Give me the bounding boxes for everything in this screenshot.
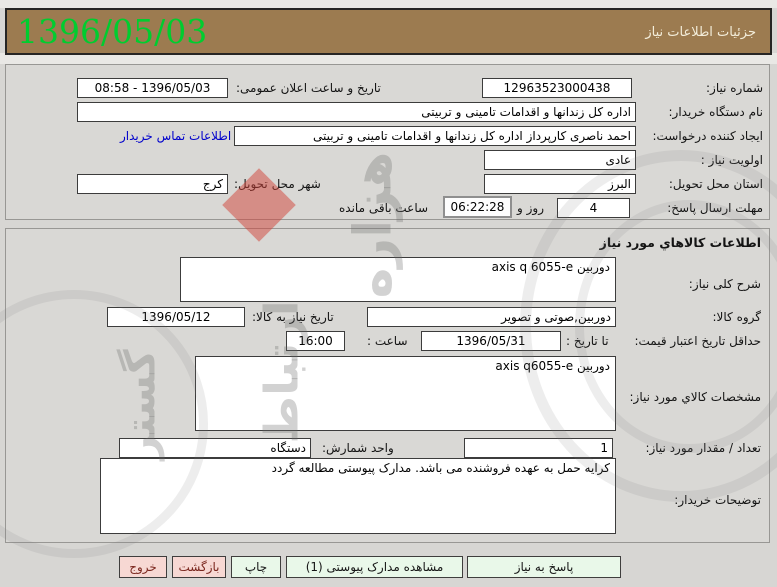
exit-button[interactable]: خروج — [119, 556, 167, 578]
specs-textarea[interactable]: دوربین axis q6055-e — [195, 356, 616, 431]
back-button[interactable]: بازگشت — [172, 556, 226, 578]
quantity-label: تعداد / مقدار مورد نیاز: — [645, 441, 761, 455]
priority-field[interactable]: عادی — [484, 150, 636, 170]
need-description-textarea[interactable]: دوربین axis q 6055-e — [180, 257, 616, 302]
top-strip — [0, 0, 777, 8]
until-date-label: تا تاریخ : — [566, 334, 609, 348]
province-label: استان محل تحویل: — [668, 177, 763, 191]
until-date-field[interactable]: 1396/05/31 — [421, 331, 561, 351]
buyer-contact-link[interactable]: اطلاعات تماس خریدار — [120, 129, 231, 143]
unit-label: واحد شمارش: — [322, 441, 394, 455]
priority-label: اولویت نیاز : — [700, 153, 763, 167]
announce-datetime-field[interactable]: 1396/05/03 - 08:58 — [77, 78, 228, 98]
need-number-field[interactable]: 12963523000438 — [482, 78, 632, 98]
unit-field[interactable]: دستگاه — [119, 438, 311, 458]
view-attachments-button[interactable]: مشاهده مدارک پیوستی (1) — [286, 556, 463, 578]
header-bar: جزئیات اطلاعات نیاز 1396/05/03 — [5, 8, 772, 55]
need-date-label: تاریخ نیاز به کالا: — [252, 310, 334, 324]
requester-label: ایجاد کننده درخواست: — [652, 129, 763, 143]
respond-to-need-button[interactable]: پاسخ به نیاز — [467, 556, 621, 578]
goods-group-field[interactable]: دوربین,صوتی و تصویر — [367, 307, 616, 327]
hour-label: ساعت : — [367, 334, 408, 348]
deadline-suffix-label: ساعت باقی مانده — [339, 201, 429, 215]
deadline-countdown: 06:22:28 — [443, 196, 512, 218]
print-button[interactable]: چاپ — [231, 556, 281, 578]
announce-datetime-label: تاریخ و ساعت اعلان عمومی: — [236, 81, 381, 95]
quantity-field[interactable]: 1 — [464, 438, 613, 458]
buyer-org-label: نام دستگاه خریدار: — [668, 105, 764, 119]
city-label: شهر محل تحویل: — [234, 177, 321, 191]
buyer-org-field[interactable]: اداره کل زندانها و اقدامات تامینی و تربی… — [77, 102, 636, 122]
specs-label: مشخصات کالاي مورد نیاز: — [629, 390, 761, 404]
buyer-notes-label: توضیحات خریدار: — [674, 493, 761, 507]
price-validity-label: حداقل تاریخ اعتبار قیمت: — [634, 334, 761, 348]
need-number-label: شماره نیاز: — [706, 81, 763, 95]
hour-field[interactable]: 16:00 — [286, 331, 345, 351]
need-details-page: جزئیات اطلاعات نیاز 1396/05/03 شماره نیا… — [0, 0, 777, 587]
deadline-days-field[interactable]: 4 — [557, 198, 630, 218]
province-field[interactable]: البرز — [484, 174, 636, 194]
need-description-label: شرح کلی نیاز: — [688, 277, 761, 291]
requester-field[interactable]: احمد ناصری کارپرداز اداره کل زندانها و ا… — [234, 126, 636, 146]
goods-group-label: گروه کالا: — [712, 310, 762, 324]
buyer-notes-textarea[interactable]: کرایه حمل به عهده فروشنده می باشد. مدارک… — [100, 458, 616, 534]
page-title: جزئیات اطلاعات نیاز — [645, 25, 756, 40]
deadline-days-unit-label: روز و — [517, 201, 544, 215]
items-section-title: اطلاعات کالاهاي مورد نیاز — [599, 235, 761, 250]
city-field[interactable]: کرج — [77, 174, 228, 194]
header-date: 1396/05/03 — [17, 12, 208, 51]
deadline-label: مهلت ارسال پاسخ: — [667, 201, 763, 215]
need-date-field[interactable]: 1396/05/12 — [107, 307, 245, 327]
